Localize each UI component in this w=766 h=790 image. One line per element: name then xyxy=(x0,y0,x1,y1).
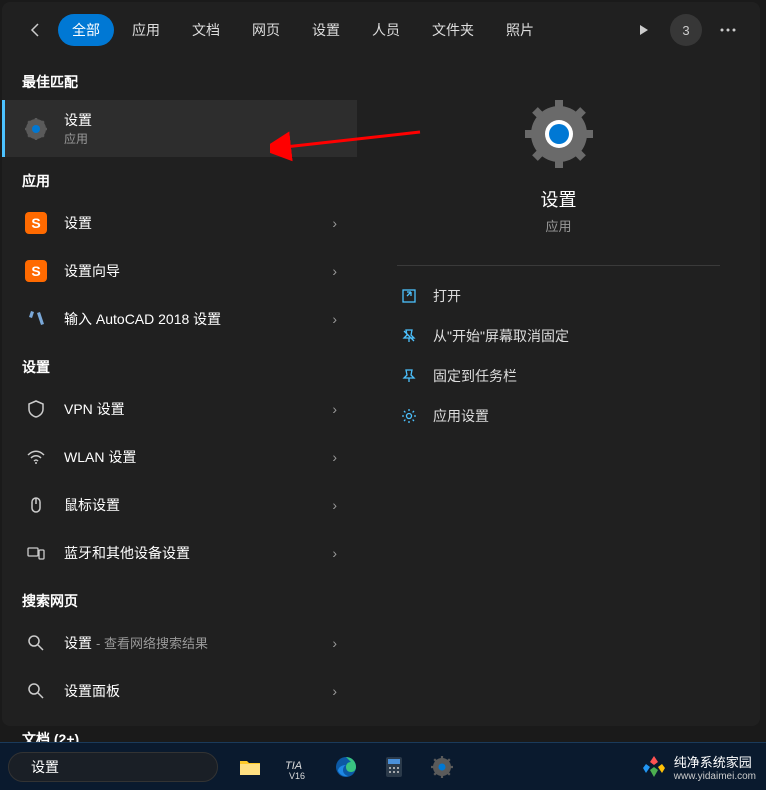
result-web-panel[interactable]: 设置面板 › xyxy=(2,667,357,715)
section-best-match: 最佳匹配 xyxy=(2,58,357,100)
chevron-right-icon: › xyxy=(332,635,337,651)
tab-all[interactable]: 全部 xyxy=(58,14,114,46)
svg-text:S: S xyxy=(31,263,40,279)
result-title: 设置面板 xyxy=(64,681,120,701)
count-badge[interactable]: 3 xyxy=(670,14,702,46)
section-web: 搜索网页 xyxy=(2,577,357,619)
chevron-right-icon: › xyxy=(332,263,337,279)
result-bluetooth-settings[interactable]: 蓝牙和其他设备设置 › xyxy=(2,529,357,577)
chevron-right-icon: › xyxy=(332,545,337,561)
unpin-icon xyxy=(397,328,421,344)
action-unpin-start[interactable]: 从"开始"屏幕取消固定 xyxy=(397,316,720,356)
search-icon xyxy=(22,629,50,657)
tab-people[interactable]: 人员 xyxy=(358,14,414,46)
back-button[interactable] xyxy=(18,12,54,48)
chevron-right-icon: › xyxy=(332,401,337,417)
result-best-settings[interactable]: 设置 应用 xyxy=(2,100,357,157)
taskbar: TIAV16 纯净系统家园 www.yidaimei.com xyxy=(0,742,766,790)
sogou-icon: S xyxy=(22,209,50,237)
action-app-settings[interactable]: 应用设置 xyxy=(397,396,720,436)
result-title: 蓝牙和其他设备设置 xyxy=(64,543,190,563)
svg-text:S: S xyxy=(31,215,40,231)
result-title: 设置向导 xyxy=(64,261,120,281)
tab-folders[interactable]: 文件夹 xyxy=(418,14,488,46)
watermark-url: www.yidaimei.com xyxy=(674,771,756,782)
section-settings: 设置 xyxy=(2,343,357,385)
result-meta: - 查看网络搜索结果 xyxy=(96,636,208,651)
shield-icon xyxy=(22,395,50,423)
tab-web[interactable]: 网页 xyxy=(238,14,294,46)
taskbar-edge[interactable] xyxy=(326,747,366,787)
result-app-sogou-settings[interactable]: S 设置 › xyxy=(2,199,357,247)
result-title: 输入 AutoCAD 2018 设置 xyxy=(64,309,221,329)
svg-text:V16: V16 xyxy=(289,771,305,779)
result-title: 设置 xyxy=(64,635,92,651)
devices-icon xyxy=(22,539,50,567)
chevron-right-icon: › xyxy=(332,497,337,513)
action-label: 应用设置 xyxy=(433,406,489,426)
pin-icon xyxy=(397,368,421,384)
result-app-sogou-wizard[interactable]: S 设置向导 › xyxy=(2,247,357,295)
result-title: 设置 xyxy=(64,213,92,233)
play-button[interactable] xyxy=(628,14,660,46)
sogou-icon: S xyxy=(22,257,50,285)
taskbar-file-explorer[interactable] xyxy=(230,747,270,787)
section-apps: 应用 xyxy=(2,157,357,199)
search-input[interactable] xyxy=(31,759,212,775)
watermark-logo xyxy=(640,753,668,781)
open-icon xyxy=(397,288,421,304)
chevron-right-icon: › xyxy=(332,449,337,465)
search-icon xyxy=(22,677,50,705)
tools-icon xyxy=(22,305,50,333)
tab-apps[interactable]: 应用 xyxy=(118,14,174,46)
action-label: 从"开始"屏幕取消固定 xyxy=(433,326,569,346)
result-sub: 应用 xyxy=(64,130,337,147)
taskbar-settings[interactable] xyxy=(422,747,462,787)
more-button[interactable] xyxy=(712,14,744,46)
result-title: WLAN 设置 xyxy=(64,447,136,467)
mouse-icon xyxy=(22,491,50,519)
chevron-right-icon: › xyxy=(332,215,337,231)
preview-title: 设置 xyxy=(397,186,720,212)
divider xyxy=(397,265,720,266)
taskbar-search[interactable] xyxy=(8,752,218,782)
tab-documents[interactable]: 文档 xyxy=(178,14,234,46)
result-title: VPN 设置 xyxy=(64,399,125,419)
result-vpn-settings[interactable]: VPN 设置 › xyxy=(2,385,357,433)
action-label: 固定到任务栏 xyxy=(433,366,517,386)
gear-icon xyxy=(397,408,421,424)
result-title: 设置 xyxy=(64,110,337,130)
result-mouse-settings[interactable]: 鼠标设置 › xyxy=(2,481,357,529)
wifi-icon xyxy=(22,443,50,471)
taskbar-tia[interactable]: TIAV16 xyxy=(278,747,318,787)
result-title: 鼠标设置 xyxy=(64,495,120,515)
gear-icon-large xyxy=(523,98,595,170)
watermark: 纯净系统家园 www.yidaimei.com xyxy=(640,752,756,782)
result-web-search[interactable]: 设置 - 查看网络搜索结果 › xyxy=(2,619,357,667)
tab-photos[interactable]: 照片 xyxy=(492,14,548,46)
action-open[interactable]: 打开 xyxy=(397,276,720,316)
chevron-right-icon: › xyxy=(332,311,337,327)
tab-settings[interactable]: 设置 xyxy=(298,14,354,46)
action-pin-taskbar[interactable]: 固定到任务栏 xyxy=(397,356,720,396)
preview-subtitle: 应用 xyxy=(397,216,720,235)
chevron-right-icon: › xyxy=(332,683,337,699)
gear-icon xyxy=(22,115,50,143)
action-label: 打开 xyxy=(433,286,461,306)
taskbar-calculator[interactable] xyxy=(374,747,414,787)
result-app-autocad-settings[interactable]: 输入 AutoCAD 2018 设置 › xyxy=(2,295,357,343)
result-wlan-settings[interactable]: WLAN 设置 › xyxy=(2,433,357,481)
watermark-title: 纯净系统家园 xyxy=(674,752,756,771)
